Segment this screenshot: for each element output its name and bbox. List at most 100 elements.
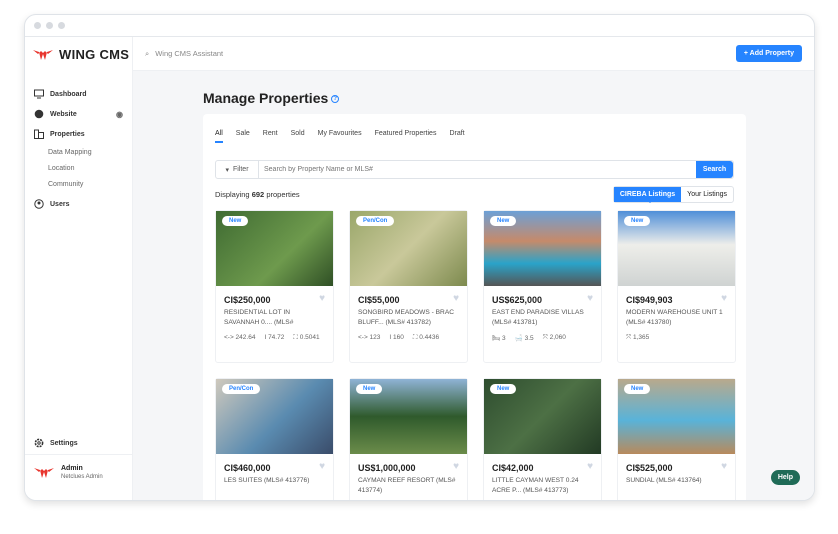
label: Users <box>50 200 70 208</box>
help-button[interactable]: Help <box>770 470 800 485</box>
top-bar: ⌕ Wing CMS Assistant + Add Property <box>133 37 814 71</box>
tab-featured-properties[interactable]: Featured Properties <box>375 130 437 137</box>
tab-draft[interactable]: Draft <box>449 130 464 137</box>
property-image[interactable]: Pen/Con <box>216 379 333 454</box>
property-stats <box>618 486 735 492</box>
sidebar-item-users[interactable]: Users <box>25 194 132 214</box>
filter-button[interactable]: ▾ Filter <box>216 161 259 178</box>
property-stat: ⤧ 2,060 <box>542 334 566 341</box>
app-window: WING CMS Dashboard Website ◉ Properties D… <box>24 14 815 501</box>
search-bar: ▾ Filter Search <box>215 160 734 179</box>
property-stats: 🛏 3 🛁 3.5 ⤧ 2,060 <box>484 328 601 342</box>
heart-icon[interactable]: ♥ <box>319 461 325 472</box>
property-card[interactable]: Pen/Con ♥ CI$55,000 Songbird Meadows - B… <box>349 210 468 363</box>
property-name[interactable]: Modern Warehouse Unit 1 (MLS# 413780) <box>618 305 735 328</box>
search-icon: ⌕ <box>145 48 150 58</box>
heart-icon[interactable]: ♥ <box>721 293 727 304</box>
wing-logo-icon <box>33 49 53 60</box>
user-profile[interactable]: Admin Netclues Admin <box>34 465 103 480</box>
assistant-search[interactable]: ⌕ Wing CMS Assistant <box>145 49 223 59</box>
results-count: Displaying 692 properties <box>215 190 300 199</box>
heart-icon[interactable]: ♥ <box>453 293 459 304</box>
logo[interactable]: WING CMS <box>25 37 132 62</box>
status-badge: New <box>490 384 517 394</box>
tab-all[interactable]: All <box>215 130 223 143</box>
status-badge: New <box>624 384 651 394</box>
sidebar-item-dashboard[interactable]: Dashboard <box>25 84 132 104</box>
filter-icon: ▾ <box>225 166 229 174</box>
property-image[interactable]: New <box>484 379 601 454</box>
property-name[interactable]: Residential Lot in Savannah 0.... (MLS# <box>216 305 333 328</box>
user-role: Netclues Admin <box>61 474 103 480</box>
property-image[interactable]: New <box>216 211 333 286</box>
heart-icon[interactable]: ♥ <box>721 461 727 472</box>
property-image[interactable]: New <box>484 211 601 286</box>
window-dot[interactable] <box>34 22 41 29</box>
eye-icon[interactable]: ◉ <box>116 110 123 119</box>
status-badge: New <box>222 216 249 226</box>
tab-my-favourites[interactable]: My Favourites <box>318 130 362 137</box>
property-price: CI$55,000 <box>358 295 400 305</box>
property-card[interactable]: New ♥ CI$42,000 Little Cayman West 0.24 … <box>483 378 602 500</box>
property-card[interactable]: New ♥ CI$250,000 Residential Lot in Sava… <box>215 210 334 363</box>
sidebar-subitem-location[interactable]: Location <box>25 160 132 176</box>
property-card[interactable]: Pen/Con ♥ CI$460,000 Les Suites (MLS# 41… <box>215 378 334 500</box>
sidebar: WING CMS Dashboard Website ◉ Properties D… <box>25 37 133 500</box>
window-dot[interactable] <box>58 22 65 29</box>
tab-rent[interactable]: Rent <box>263 130 278 137</box>
page-title: Manage Properties? <box>203 90 340 106</box>
count-value: 692 <box>251 190 265 199</box>
sidebar-subitem-data-mapping[interactable]: Data Mapping <box>25 144 132 160</box>
heart-icon[interactable]: ♥ <box>587 293 593 304</box>
cireba-listings-tab[interactable]: CIREBA Listings <box>613 187 682 203</box>
property-stats <box>350 496 467 500</box>
property-card[interactable]: New ♥ US$625,000 East End Paradise Villa… <box>483 210 602 363</box>
property-grid: New ♥ CI$250,000 Residential Lot in Sava… <box>215 210 736 500</box>
search-button[interactable]: Search <box>696 161 733 178</box>
property-name[interactable]: East End Paradise Villas (MLS# 413781) <box>484 305 601 328</box>
property-name[interactable]: Les Suites (MLS# 413776) <box>216 473 333 486</box>
label: Settings <box>50 439 78 447</box>
wing-avatar-icon <box>34 467 54 478</box>
property-card[interactable]: New ♥ CI$525,000 Sundial (MLS# 413764) <box>617 378 736 500</box>
property-stat: <-> 123 <box>358 334 381 341</box>
sidebar-item-settings[interactable]: Settings <box>25 433 132 453</box>
property-name[interactable]: Songbird Meadows - Brac Bluff... (MLS# 4… <box>350 305 467 328</box>
property-stats <box>216 486 333 492</box>
property-stats: <-> 242.64 I 74.72 ⛶ 0.5041 <box>216 328 333 342</box>
property-name[interactable]: Little Cayman West 0.24 Acre P... (MLS# … <box>484 473 601 496</box>
sidebar-item-properties[interactable]: Properties <box>25 124 132 144</box>
status-badge: Pen/Con <box>222 384 261 394</box>
window-dot[interactable] <box>46 22 53 29</box>
status-badge: New <box>490 216 517 226</box>
property-name[interactable]: Sundial (MLS# 413764) <box>618 473 735 486</box>
globe-icon <box>34 109 44 119</box>
status-badge: Pen/Con <box>356 216 395 226</box>
property-card[interactable]: New ♥ CI$949,903 Modern Warehouse Unit 1… <box>617 210 736 363</box>
building-icon <box>34 129 44 139</box>
add-property-button[interactable]: + Add Property <box>735 45 802 62</box>
tab-sale[interactable]: Sale <box>236 130 250 137</box>
gear-icon <box>34 438 44 448</box>
sidebar-subitem-community[interactable]: Community <box>25 176 132 192</box>
help-circle-icon[interactable]: ? <box>331 95 340 104</box>
heart-icon[interactable]: ♥ <box>587 461 593 472</box>
app-name: WING CMS <box>59 47 130 62</box>
property-search-input[interactable] <box>259 161 696 178</box>
filter-label: Filter <box>232 166 249 173</box>
your-listings-tab[interactable]: Your Listings <box>681 187 733 202</box>
property-card[interactable]: New ♥ US$1,000,000 Cayman Reef Resort (M… <box>349 378 468 500</box>
property-price: CI$250,000 <box>224 295 271 305</box>
count-prefix: Displaying <box>215 190 250 199</box>
tab-sold[interactable]: Sold <box>291 130 305 137</box>
property-image[interactable]: New <box>618 379 735 454</box>
property-image[interactable]: Pen/Con <box>350 211 467 286</box>
sidebar-item-website[interactable]: Website ◉ <box>25 104 132 124</box>
label: Dashboard <box>50 90 87 98</box>
property-image[interactable]: New <box>350 379 467 454</box>
property-image[interactable]: New <box>618 211 735 286</box>
heart-icon[interactable]: ♥ <box>319 293 325 304</box>
property-stat: I 160 <box>389 334 404 341</box>
property-name[interactable]: Cayman Reef Resort (MLS# 413774) <box>350 473 467 496</box>
heart-icon[interactable]: ♥ <box>453 461 459 472</box>
